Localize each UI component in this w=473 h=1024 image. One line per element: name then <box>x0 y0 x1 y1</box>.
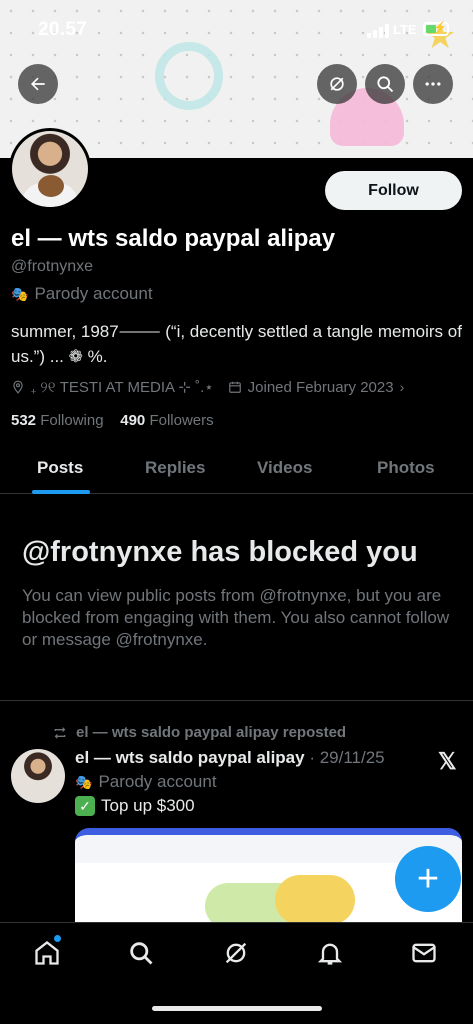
profile-location: ₊ ୨୧ TESTI AT MEDIA ⊹ ˚.⋆ <box>31 379 214 396</box>
divider <box>0 700 473 701</box>
parody-text: Parody account <box>34 284 153 303</box>
post-date: · 29/11/25 <box>309 748 385 767</box>
post-parody-label: 🎭 Parody account <box>75 772 217 791</box>
nav-notifications[interactable] <box>316 939 346 969</box>
following-link[interactable]: 532 Following <box>11 412 104 429</box>
follow-button[interactable]: Follow <box>325 171 462 210</box>
post-header: el — wts saldo paypal alipay · 29/11/25 <box>75 748 385 768</box>
x-logo-icon: 𝕏 <box>438 748 457 774</box>
search-button[interactable] <box>365 64 405 104</box>
parody-mask-icon: 🎭 <box>75 773 93 790</box>
back-arrow-icon <box>31 77 45 91</box>
profile-bio: summer, 1987⸻ (“i, decently settled a ta… <box>11 322 462 366</box>
post-author[interactable]: el — wts saldo paypal alipay <box>75 748 305 767</box>
grok-icon <box>225 942 247 964</box>
home-indicator[interactable] <box>152 1006 322 1011</box>
network-label: LTE <box>393 22 417 37</box>
search-icon <box>377 76 394 93</box>
parody-label: 🎭 Parody account <box>11 284 153 304</box>
profile-tabs: Posts Replies Videos Photos <box>0 444 473 494</box>
repost-label: el — wts saldo paypal alipay reposted <box>76 724 347 741</box>
search-icon <box>130 942 153 965</box>
post-text: ✓ Top up $300 <box>75 796 195 816</box>
calendar-icon <box>228 381 241 393</box>
home-notification-dot <box>54 935 61 942</box>
profile-handle: @frotnynxe <box>11 258 94 275</box>
repost-icon <box>54 726 66 739</box>
repost-indicator[interactable]: el — wts saldo paypal alipay reposted <box>52 724 346 741</box>
nav-search[interactable] <box>127 939 157 969</box>
chevron-right-icon[interactable]: › <box>400 379 405 395</box>
back-button[interactable] <box>18 64 58 104</box>
display-name: el — wts saldo paypal alipay <box>11 225 336 252</box>
grok-icon <box>330 77 344 91</box>
more-button[interactable] <box>413 64 453 104</box>
blocked-message: You can view public posts from @frotnynx… <box>22 586 450 649</box>
nav-home[interactable] <box>33 939 63 969</box>
tab-photos[interactable]: Photos <box>377 458 435 478</box>
status-time: 20.57 <box>38 19 88 40</box>
battery-icon: ⚡ <box>423 22 449 36</box>
profile-avatar[interactable] <box>9 128 91 210</box>
messages-icon <box>412 943 436 963</box>
checkmark-icon: ✓ <box>75 796 95 816</box>
parody-mask-icon: 🎭 <box>11 285 29 302</box>
home-icon <box>35 941 59 965</box>
more-icon <box>425 82 441 86</box>
blocked-title: @frotnynxe has blocked you <box>22 536 418 568</box>
nav-grok[interactable] <box>222 939 252 969</box>
followers-link[interactable]: 490 Followers <box>120 412 213 429</box>
signal-icon <box>367 24 389 38</box>
post-avatar[interactable] <box>11 749 65 803</box>
active-tab-indicator <box>32 490 90 494</box>
profile-joined: Joined February 2023 <box>247 378 394 396</box>
profile-meta: ₊ ୨୧ TESTI AT MEDIA ⊹ ˚.⋆ Joined Februar… <box>11 378 404 396</box>
status-bar: 20.57 LTE ⚡ <box>0 0 473 56</box>
tab-videos[interactable]: Videos <box>257 458 312 478</box>
grok-button[interactable] <box>317 64 357 104</box>
tab-posts[interactable]: Posts <box>37 458 83 478</box>
location-icon <box>13 380 23 394</box>
compose-button[interactable]: + <box>395 846 461 912</box>
tab-replies[interactable]: Replies <box>145 458 205 478</box>
notifications-icon <box>317 943 343 965</box>
nav-messages[interactable] <box>410 939 440 969</box>
profile-stats: 532 Following 490 Followers <box>11 412 214 429</box>
